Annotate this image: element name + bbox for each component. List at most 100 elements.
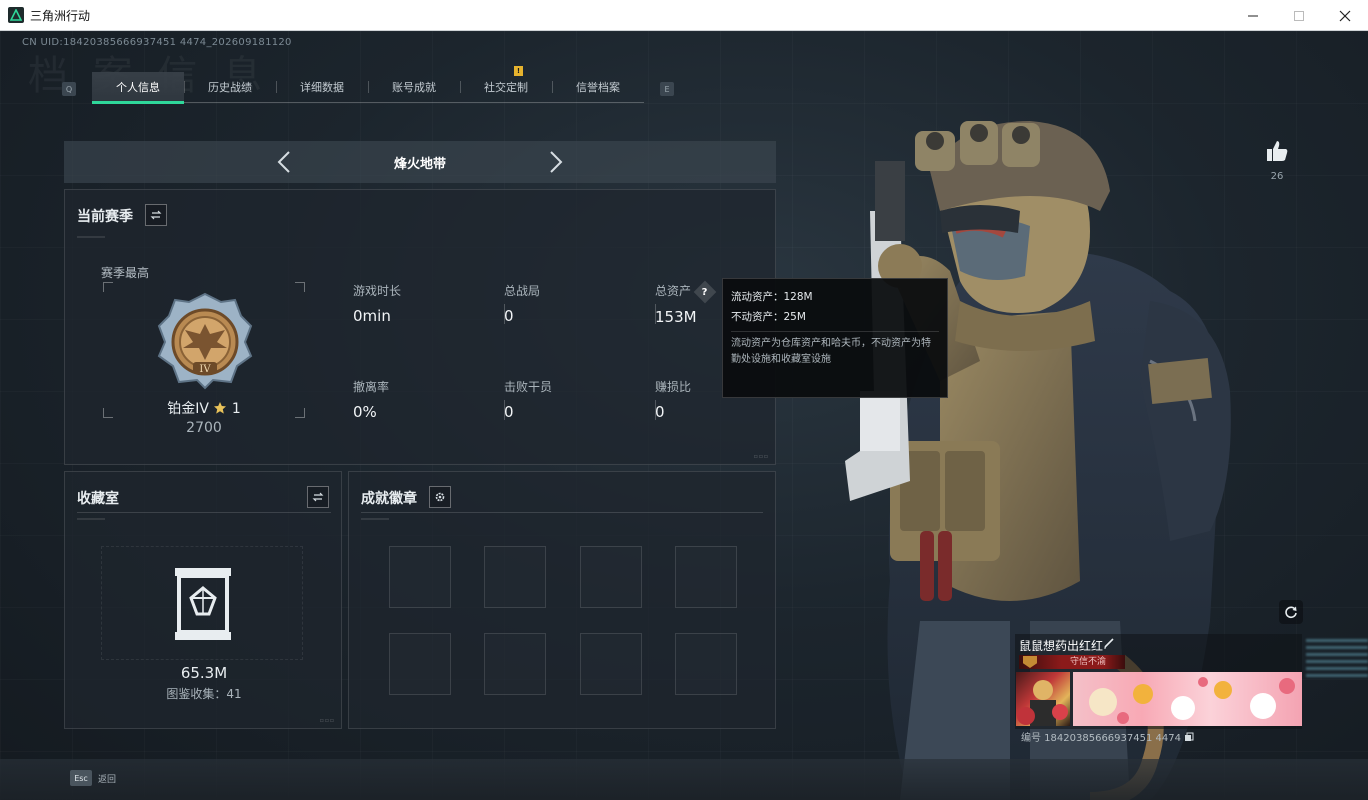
esc-key-hint[interactable]: Esc — [70, 770, 92, 786]
rank-name-text: 铂金IV — [167, 401, 209, 417]
tab-match-history[interactable]: 历史战绩 — [184, 72, 276, 102]
corner-decor: ▫▫▫ — [319, 717, 335, 724]
stat-label: 撤离率 — [353, 380, 390, 394]
help-question-icon[interactable]: ? — [693, 280, 717, 303]
tabs-bar: Q 个人信息 历史战绩 详细数据 账号成就 社交定制! 信誉档案 E — [62, 66, 674, 104]
tab-personal-info[interactable]: 个人信息 — [92, 72, 184, 104]
window-titlebar: 三角洲行动 — [0, 0, 1368, 31]
mode-next-button[interactable] — [544, 150, 568, 174]
stat-total-matches: 总战局 0 — [504, 282, 644, 325]
back-label[interactable]: 返回 — [98, 772, 116, 785]
badge-slot[interactable] — [389, 546, 451, 608]
title-emblem-icon — [1023, 656, 1037, 668]
app-logo-icon — [8, 7, 24, 23]
tooltip-liquid-assets: 流动资产：128M — [731, 291, 813, 303]
season-panel-title: 当前赛季 — [77, 209, 133, 225]
rank-name: 铂金IV 1 — [103, 398, 305, 418]
swap-icon — [150, 210, 162, 220]
edit-pencil-icon[interactable] — [1103, 637, 1115, 649]
tab-label: 账号成就 — [392, 81, 436, 94]
chevron-right-icon — [550, 151, 563, 173]
frame-corner — [103, 282, 113, 292]
cat-banner-art-icon — [1089, 677, 1295, 724]
title-badge: 守信不渝 — [1019, 655, 1125, 669]
frame-corner — [295, 282, 305, 292]
star-icon — [214, 402, 227, 414]
badge-slot[interactable] — [484, 546, 546, 608]
mode-prev-button[interactable] — [272, 150, 296, 174]
medal-numeral: IV — [199, 364, 211, 375]
decor-glow — [1306, 639, 1368, 679]
like-block[interactable]: 26 — [1262, 139, 1292, 182]
tab-credit-record[interactable]: 信誉档案 — [552, 72, 644, 102]
stat-divider — [655, 400, 656, 420]
refresh-appearance-button[interactable] — [1279, 600, 1303, 624]
player-banner[interactable] — [1073, 672, 1302, 726]
key-hint-left[interactable]: Q — [62, 82, 76, 96]
panel-divider — [361, 512, 763, 513]
collection-count: 图鉴收集：41 — [166, 687, 242, 701]
player-name-card: 鼠鼠想药出红红 守信不渝 — [1015, 634, 1302, 729]
stat-operators-defeated: 击败干员 0 — [504, 378, 644, 421]
stat-label-text: 总资产 — [655, 284, 692, 298]
badges-settings-button[interactable] — [429, 486, 451, 508]
platinum-rank-medal-icon: IV — [157, 292, 253, 390]
badge-slot[interactable] — [484, 633, 546, 695]
player-uid-text: 编号 18420385666937451 4474 — [1021, 733, 1181, 744]
stat-value: 0min — [353, 307, 391, 325]
maximize-button[interactable] — [1276, 0, 1322, 31]
badge-slot[interactable] — [389, 633, 451, 695]
close-button[interactable] — [1322, 0, 1368, 31]
stat-value: 0 — [655, 403, 665, 421]
stat-value: 0% — [353, 403, 377, 421]
badge-slot[interactable] — [675, 633, 737, 695]
badge-slot[interactable] — [675, 546, 737, 608]
stat-divider — [504, 304, 505, 324]
season-switch-button[interactable] — [145, 204, 167, 226]
mode-label: 烽火地带 — [393, 156, 446, 172]
uid-line: CN UID:18420385666937451 4474_2026091811… — [22, 37, 292, 48]
bottom-bar: Esc 返回 — [0, 759, 1368, 800]
stat-label: 游戏时长 — [353, 284, 402, 298]
key-hint-right[interactable]: E — [660, 82, 674, 96]
tab-label: 信誉档案 — [576, 81, 620, 94]
badges-panel-title: 成就徽章 — [361, 491, 417, 507]
stat-label: 击败干员 — [504, 380, 553, 394]
window-title: 三角洲行动 — [30, 8, 91, 23]
tab-account-achievements[interactable]: 账号成就 — [368, 72, 460, 102]
collection-switch-button[interactable] — [307, 486, 329, 508]
title-badge-text: 守信不渝 — [1069, 657, 1106, 667]
stat-value: 0 — [504, 403, 514, 421]
copy-icon[interactable] — [1184, 732, 1194, 742]
tooltip-description: 流动资产为仓库资产和哈夫币，不动资产为特勤处设施和收藏室设施 — [731, 338, 931, 365]
stat-divider — [655, 304, 656, 324]
current-season-panel: 当前赛季 赛季最高 IV 铂金IV 1 2700 游戏时长 0min 总战局 0… — [64, 189, 776, 465]
minimize-button[interactable] — [1230, 0, 1276, 31]
like-count: 26 — [1270, 171, 1284, 182]
player-name: 鼠鼠想药出红红 — [1019, 639, 1104, 653]
badge-slot[interactable] — [580, 546, 642, 608]
tab-detailed-data[interactable]: 详细数据 — [276, 72, 368, 102]
tab-label: 个人信息 — [116, 81, 160, 94]
tab-social-customization[interactable]: 社交定制! — [460, 66, 552, 102]
mode-selector: 烽火地带 — [64, 141, 776, 183]
collection-value: 65.3M — [180, 664, 228, 682]
rank-star-count: 1 — [231, 401, 241, 417]
decor-line — [77, 236, 105, 238]
gear-icon — [435, 492, 445, 502]
tab-label: 详细数据 — [300, 81, 344, 94]
stat-label: 总战局 — [504, 284, 541, 298]
player-uid: 编号 18420385666937451 4474 — [1021, 729, 1194, 744]
maximize-icon — [1294, 10, 1304, 21]
game-view: 档 案 信 息 CN UID:18420385666937451 4474_20… — [0, 31, 1368, 800]
tab-label: 社交定制 — [484, 81, 528, 94]
player-avatar[interactable] — [1016, 672, 1070, 726]
decor-line — [77, 518, 105, 520]
stat-divider — [504, 400, 505, 420]
display-case-icon — [175, 568, 231, 640]
tooltip-separator — [731, 331, 939, 332]
decor-line — [361, 518, 389, 520]
panel-divider — [77, 512, 331, 513]
tab-label: 历史战绩 — [208, 81, 252, 94]
badge-slot[interactable] — [580, 633, 642, 695]
